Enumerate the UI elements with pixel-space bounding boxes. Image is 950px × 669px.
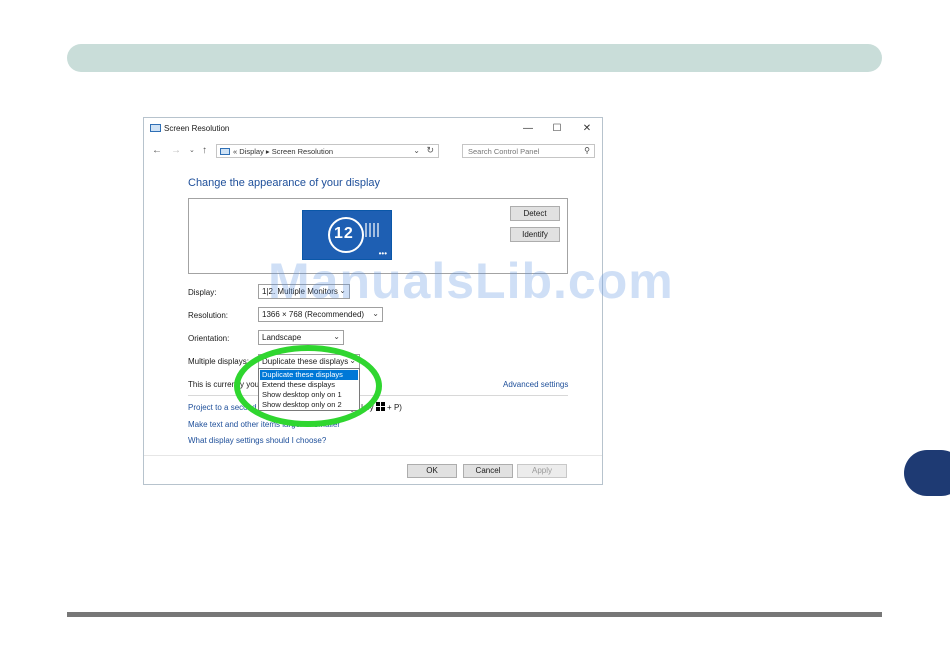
breadcrumb[interactable]: « Display ▸ Screen Resolution: [233, 147, 333, 156]
ok-button[interactable]: OK: [407, 464, 457, 478]
resolution-select-value: 1366 × 768 (Recommended): [262, 310, 365, 319]
minimize-button[interactable]: —: [514, 121, 542, 137]
chapter-tab: [904, 450, 950, 496]
search-input[interactable]: Search Control Panel ⚲: [462, 144, 595, 158]
address-row: ← → ⌄ ↑ « Display ▸ Screen Resolution ⌄ …: [144, 143, 602, 161]
refresh-icon[interactable]: ↻: [426, 145, 434, 156]
cancel-button[interactable]: Cancel: [463, 464, 513, 478]
highlight-ring: [234, 345, 382, 427]
watermark: ManualsLib.com: [268, 253, 674, 309]
control-panel-icon: [220, 148, 230, 155]
chevron-down-icon: ⌄: [333, 332, 340, 341]
monitor-icon: [150, 124, 161, 132]
apply-button[interactable]: Apply: [517, 464, 567, 478]
advanced-settings-link[interactable]: Advanced settings: [503, 380, 568, 389]
windows-logo-icon: [375, 402, 385, 411]
window-title: Screen Resolution: [164, 124, 230, 133]
orientation-select-value: Landscape: [262, 333, 302, 342]
close-button[interactable]: ✕: [573, 121, 601, 137]
forward-arrow-icon[interactable]: →: [171, 145, 181, 156]
search-icon[interactable]: ⚲: [584, 146, 590, 155]
back-arrow-icon[interactable]: ←: [152, 145, 162, 156]
identify-button[interactable]: Identify: [510, 227, 560, 242]
windows-key-suffix: + P): [387, 403, 402, 412]
search-placeholder: Search Control Panel: [468, 147, 540, 156]
monitor-grid-icon: [365, 223, 379, 237]
recent-locations-icon[interactable]: ⌄: [189, 146, 195, 154]
page-header-bar: [67, 44, 882, 72]
display-help-link[interactable]: What display settings should I choose?: [188, 436, 326, 445]
chevron-down-icon[interactable]: ⌄: [413, 146, 420, 155]
display-label: Display:: [188, 288, 217, 297]
page-title: Change the appearance of your display: [188, 177, 381, 189]
monitor-number-label: 12: [334, 225, 354, 242]
maximize-button[interactable]: ☐: [543, 121, 571, 137]
orientation-label: Orientation:: [188, 334, 230, 343]
footer-divider: [144, 455, 602, 456]
page-footer-rule: [67, 612, 882, 617]
multiple-displays-label: Multiple displays:: [188, 357, 249, 366]
detect-button[interactable]: Detect: [510, 206, 560, 221]
title-bar: Screen Resolution — ☐ ✕: [144, 118, 602, 140]
resolution-label: Resolution:: [188, 311, 229, 320]
chevron-down-icon: ⌄: [372, 309, 379, 318]
up-arrow-icon[interactable]: ↑: [202, 145, 207, 156]
orientation-select[interactable]: Landscape ⌄: [258, 330, 344, 345]
address-bar[interactable]: « Display ▸ Screen Resolution ⌄ ↻: [216, 144, 439, 158]
